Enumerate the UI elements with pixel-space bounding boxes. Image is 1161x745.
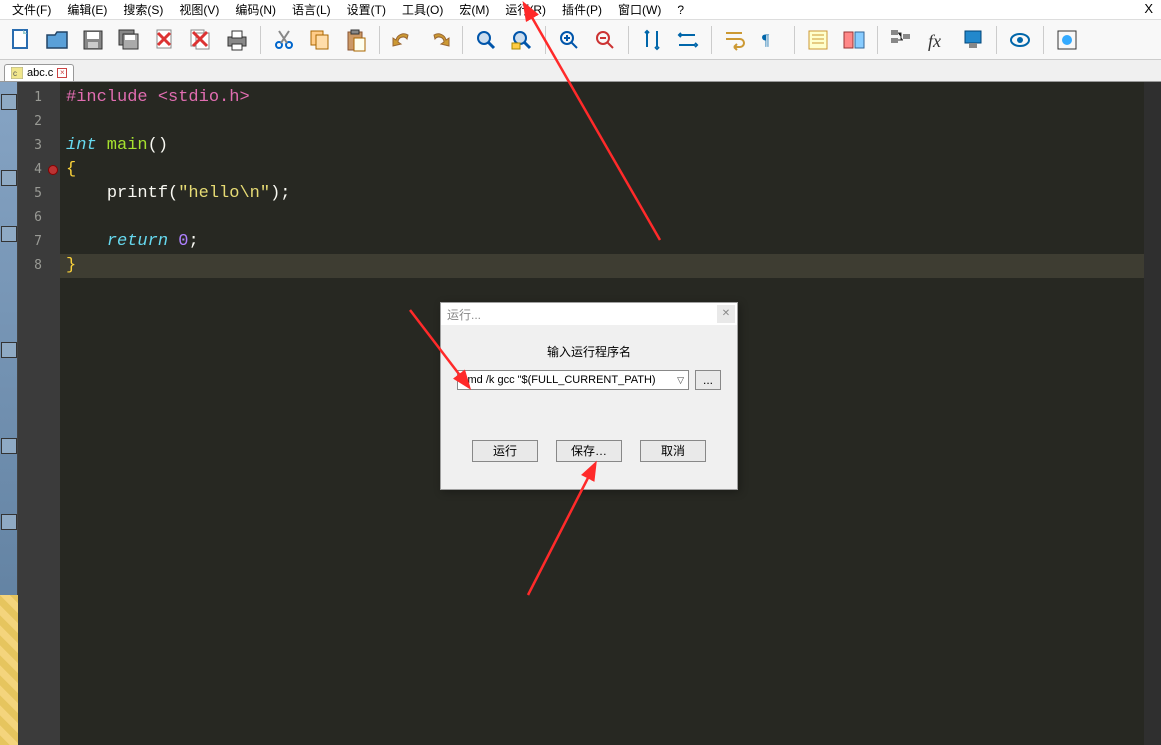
command-combobox[interactable]: cmd /k gcc "$(FULL_CURRENT_PATH) ▽: [457, 370, 689, 390]
folder-tree-icon[interactable]: [884, 23, 918, 57]
cut-icon[interactable]: [267, 23, 301, 57]
c-file-icon: c: [11, 67, 23, 79]
redo-icon[interactable]: [422, 23, 456, 57]
line-number: 4: [18, 158, 46, 182]
close-all-icon[interactable]: [184, 23, 218, 57]
menu-macro[interactable]: 宏(M): [451, 0, 497, 20]
line-number: 7: [18, 230, 46, 254]
line-number-gutter: 1 2 3 4 5 6 7 8: [18, 82, 46, 745]
dialog-title: 运行...: [447, 306, 481, 323]
menu-window[interactable]: 窗口(W): [610, 0, 669, 20]
undo-icon[interactable]: [386, 23, 420, 57]
run-dialog: 运行... ✕ 输入运行程序名 cmd /k gcc "$(FULL_CURRE…: [440, 302, 738, 490]
sidebar-panel-icon[interactable]: [1, 226, 17, 242]
tabbar: c abc.c ×: [0, 60, 1161, 82]
sidebar-panel-icon[interactable]: [1, 94, 17, 110]
doc-map-icon[interactable]: [956, 23, 990, 57]
record-icon[interactable]: [1050, 23, 1084, 57]
zoom-in-icon[interactable]: [552, 23, 586, 57]
cancel-button[interactable]: 取消: [640, 440, 706, 462]
replace-icon[interactable]: [505, 23, 539, 57]
toolbar: ¶ fx: [0, 20, 1161, 60]
sync-h-icon[interactable]: [671, 23, 705, 57]
menu-view[interactable]: 视图(V): [171, 0, 227, 20]
find-icon[interactable]: [469, 23, 503, 57]
save-icon[interactable]: [76, 23, 110, 57]
menu-edit[interactable]: 编辑(E): [59, 0, 115, 20]
menu-settings[interactable]: 设置(T): [339, 0, 394, 20]
chevron-down-icon: ▽: [677, 375, 684, 386]
fold-margin: [46, 82, 60, 745]
svg-text:fx: fx: [928, 31, 941, 51]
sidebar-panel-icon[interactable]: [1, 170, 17, 186]
indent-guide-icon[interactable]: [801, 23, 835, 57]
menu-search[interactable]: 搜索(S): [115, 0, 171, 20]
tab-close-icon[interactable]: ×: [57, 68, 67, 78]
run-button[interactable]: 运行: [472, 440, 538, 462]
line-number: 2: [18, 110, 46, 134]
dialog-close-button[interactable]: ✕: [717, 305, 735, 323]
line-number: 5: [18, 182, 46, 206]
open-file-icon[interactable]: [40, 23, 74, 57]
sidebar-panel-icon[interactable]: [1, 514, 17, 530]
sidebar-panel-icon[interactable]: [1, 342, 17, 358]
left-sidebar: [0, 82, 18, 745]
sidebar-panel-icon[interactable]: [1, 438, 17, 454]
monitor-icon[interactable]: [1003, 23, 1037, 57]
show-chars-icon[interactable]: ¶: [754, 23, 788, 57]
menubar: 文件(F) 编辑(E) 搜索(S) 视图(V) 编码(N) 语言(L) 设置(T…: [0, 0, 1161, 20]
sync-v-icon[interactable]: [635, 23, 669, 57]
menu-encoding[interactable]: 编码(N): [227, 0, 284, 20]
window-close-icon[interactable]: X: [1144, 1, 1153, 16]
paste-icon[interactable]: [339, 23, 373, 57]
line-number: 6: [18, 206, 46, 230]
tab-filename: abc.c: [27, 67, 53, 79]
vertical-scrollbar[interactable]: [1144, 82, 1161, 745]
lang-icon[interactable]: [837, 23, 871, 57]
dialog-label: 输入运行程序名: [457, 343, 721, 360]
svg-text:c: c: [13, 69, 17, 78]
print-icon[interactable]: [220, 23, 254, 57]
line-number: 8: [18, 254, 46, 278]
function-list-icon[interactable]: fx: [920, 23, 954, 57]
line-number: 3: [18, 134, 46, 158]
command-text: cmd /k gcc "$(FULL_CURRENT_PATH): [462, 374, 656, 386]
zoom-out-icon[interactable]: [588, 23, 622, 57]
sidebar-folder-icon: [0, 595, 18, 745]
menu-file[interactable]: 文件(F): [4, 0, 59, 20]
copy-icon[interactable]: [303, 23, 337, 57]
save-all-icon[interactable]: [112, 23, 146, 57]
browse-button[interactable]: ...: [695, 370, 721, 390]
wordwrap-icon[interactable]: [718, 23, 752, 57]
new-file-icon[interactable]: [4, 23, 38, 57]
file-tab[interactable]: c abc.c ×: [4, 64, 74, 81]
svg-text:¶: ¶: [762, 32, 770, 49]
menu-language[interactable]: 语言(L): [284, 0, 339, 20]
menu-tools[interactable]: 工具(O): [394, 0, 451, 20]
save-button[interactable]: 保存…: [556, 440, 622, 462]
close-file-icon[interactable]: [148, 23, 182, 57]
dialog-titlebar[interactable]: 运行... ✕: [441, 303, 737, 325]
line-number: 1: [18, 86, 46, 110]
menu-plugins[interactable]: 插件(P): [554, 0, 610, 20]
menu-run[interactable]: 运行(R): [497, 0, 554, 20]
fold-marker-icon[interactable]: [48, 165, 58, 175]
menu-help[interactable]: ?: [669, 1, 692, 19]
